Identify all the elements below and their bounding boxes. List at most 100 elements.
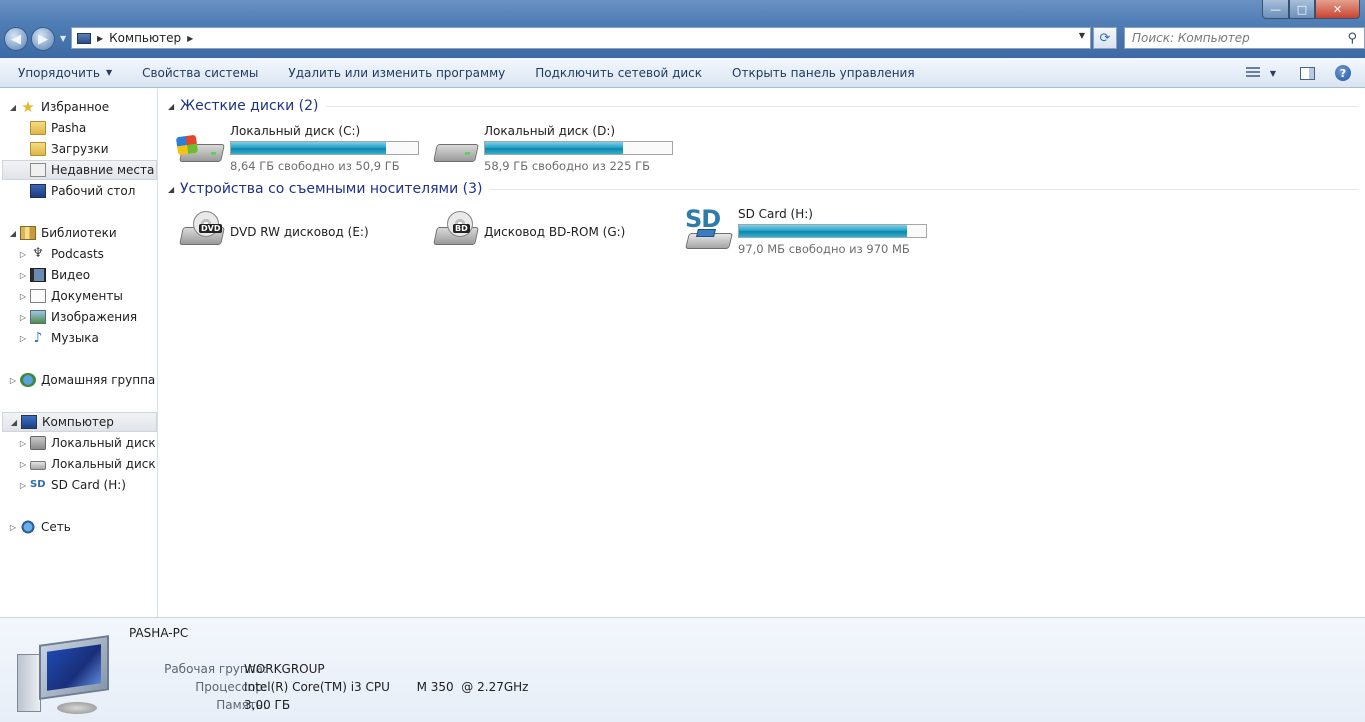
- uninstall-program-button[interactable]: Удалить или изменить программу: [273, 58, 520, 88]
- group-title: Устройства со съемными носителями (3): [180, 181, 483, 197]
- sidebar-item-label: Музыка: [51, 331, 99, 345]
- sidebar-item-libraries[interactable]: ◢ Библиотеки: [8, 223, 117, 243]
- expand-icon[interactable]: ▷: [18, 313, 28, 322]
- free-space-text: 8,64 ГБ свободно из 50,9 ГБ: [230, 159, 400, 173]
- search-icon[interactable]: ⚲: [1347, 31, 1357, 46]
- recent-pages-dropdown[interactable]: ▼: [60, 34, 66, 43]
- sidebar-item-computer[interactable]: ◢ Компьютер: [2, 412, 157, 432]
- sidebar-item-disk-c[interactable]: ▷ Локальный диск (C: [18, 433, 157, 453]
- navigation-pane: ◢ ★ Избранное Pasha Загрузки Недавние ме…: [0, 89, 158, 617]
- view-options-dropdown[interactable]: ▼: [1266, 58, 1280, 88]
- breadcrumb-separator-icon[interactable]: ▶: [187, 34, 193, 43]
- maximize-button[interactable]: □: [1289, 0, 1315, 19]
- address-dropdown-icon[interactable]: ▼: [1079, 31, 1085, 40]
- video-icon: [30, 268, 46, 282]
- search-input[interactable]: [1132, 31, 1332, 45]
- expand-icon[interactable]: ▷: [18, 460, 28, 469]
- sidebar-item-homegroup[interactable]: ▷ Домашняя группа: [8, 370, 155, 390]
- expand-icon[interactable]: ▷: [18, 481, 28, 490]
- expand-icon[interactable]: ▷: [18, 439, 28, 448]
- refresh-icon: ⟳: [1099, 30, 1111, 46]
- libraries-icon: [20, 226, 36, 240]
- collapse-group-icon[interactable]: ◢: [168, 102, 180, 111]
- sidebar-item-network[interactable]: ▷ Сеть: [8, 517, 71, 537]
- drive-name: Дисковод BD-ROM (G:): [484, 225, 626, 239]
- capacity-bar: [230, 141, 419, 155]
- expand-icon[interactable]: ▷: [18, 250, 28, 259]
- collapse-group-icon[interactable]: ◢: [168, 185, 180, 194]
- sidebar-item-disk-d[interactable]: ▷ Локальный диск (D: [18, 454, 157, 474]
- forward-arrow-icon: ▶: [38, 31, 48, 47]
- hard-disk-icon: [431, 130, 479, 166]
- open-control-panel-button[interactable]: Открыть панель управления: [717, 58, 930, 88]
- forward-button[interactable]: ▶: [31, 27, 55, 51]
- computer-name: PASHA-PC: [129, 626, 189, 640]
- expand-icon[interactable]: ▷: [18, 334, 28, 343]
- drive-tile-sd[interactable]: SD SD Card (H:) 97,0 МБ свободно из 970 …: [685, 205, 935, 257]
- sidebar-item-label: Библиотеки: [41, 226, 117, 240]
- collapse-icon[interactable]: ◢: [8, 103, 18, 112]
- minimize-button[interactable]: —: [1262, 0, 1289, 19]
- sd-card-icon: SD: [30, 479, 46, 490]
- collapse-icon[interactable]: ◢: [8, 229, 18, 238]
- drive-name: SD Card (H:): [738, 207, 813, 221]
- sidebar-item-podcasts[interactable]: ▷ ♆ Podcasts: [18, 244, 104, 264]
- refresh-button[interactable]: ⟳: [1093, 27, 1117, 49]
- documents-icon: [30, 289, 46, 303]
- drive-tile-d[interactable]: Локальный диск (D:) 58,9 ГБ свободно из …: [431, 122, 681, 174]
- chevron-down-icon: ▼: [105, 68, 113, 77]
- group-divider: [326, 105, 1358, 107]
- sidebar-item-label: Изображения: [51, 310, 138, 324]
- sidebar-item-video[interactable]: ▷ Видео: [18, 265, 90, 285]
- sidebar-item-music[interactable]: ▷ ♪ Музыка: [18, 328, 99, 348]
- address-bar[interactable]: ▶ Компьютер ▶ ▼: [71, 27, 1091, 49]
- breadcrumb-separator-icon[interactable]: ▶: [97, 34, 103, 43]
- title-bar: — □ ✕ ◀ ▶ ▼ ▶ Компьютер ▶ ▼ ⟳ ⚲: [0, 0, 1365, 58]
- computer-icon: [77, 32, 91, 44]
- network-icon: [20, 520, 36, 534]
- map-network-drive-button[interactable]: Подключить сетевой диск: [520, 58, 717, 88]
- sidebar-item-pasha[interactable]: Pasha: [28, 118, 86, 138]
- drive-name: Локальный диск (D:): [484, 124, 616, 138]
- window-controls: — □ ✕: [1262, 0, 1360, 19]
- recent-places-icon: [30, 163, 46, 177]
- back-button[interactable]: ◀: [4, 27, 28, 51]
- sidebar-item-images[interactable]: ▷ Изображения: [18, 307, 137, 327]
- sidebar-item-label: Сеть: [41, 520, 71, 534]
- group-header-hard-disks[interactable]: ◢ Жесткие диски (2): [168, 96, 1358, 116]
- close-button[interactable]: ✕: [1315, 0, 1360, 19]
- bd-drive-icon: BD: [431, 211, 479, 249]
- expand-icon[interactable]: ▷: [18, 292, 28, 301]
- change-view-button[interactable]: [1242, 58, 1264, 88]
- expand-icon[interactable]: ▷: [8, 523, 18, 532]
- organize-button[interactable]: Упорядочить ▼: [0, 58, 127, 88]
- drive-tile-dvd[interactable]: DVD DVD RW дисковод (E:): [177, 205, 427, 257]
- free-space-text: 58,9 ГБ свободно из 225 ГБ: [484, 159, 650, 173]
- preview-pane-button[interactable]: [1296, 58, 1318, 88]
- sidebar-item-label: Недавние места: [51, 163, 155, 177]
- computer-icon: [17, 635, 112, 720]
- star-icon: ★: [21, 98, 35, 116]
- group-header-removable[interactable]: ◢ Устройства со съемными носителями (3): [168, 179, 1358, 199]
- expand-icon[interactable]: ▷: [18, 271, 28, 280]
- free-space-text: 97,0 МБ свободно из 970 МБ: [738, 242, 910, 256]
- sidebar-item-label: Избранное: [41, 100, 110, 114]
- sidebar-item-recent-places[interactable]: Недавние места: [2, 160, 157, 180]
- sidebar-item-desktop[interactable]: Рабочий стол: [28, 181, 135, 201]
- content-pane: ◢ Жесткие диски (2) Локальный диск (C:) …: [159, 89, 1365, 617]
- windows-hard-disk-icon: [175, 130, 225, 166]
- system-properties-button[interactable]: Свойства системы: [127, 58, 273, 88]
- search-box[interactable]: ⚲: [1124, 27, 1365, 49]
- drive-tile-bd[interactable]: BD Дисковод BD-ROM (G:): [431, 205, 681, 257]
- sidebar-item-sd-card[interactable]: ▷ SD SD Card (H:): [18, 475, 126, 495]
- drive-tile-c[interactable]: Локальный диск (C:) 8,64 ГБ свободно из …: [175, 122, 427, 174]
- sidebar-item-downloads[interactable]: Загрузки: [28, 139, 109, 159]
- sidebar-item-documents[interactable]: ▷ Документы: [18, 286, 123, 306]
- desktop-icon: [30, 184, 46, 198]
- help-button[interactable]: ?: [1332, 58, 1354, 88]
- sidebar-item-favorites[interactable]: ◢ ★ Избранное: [8, 97, 109, 117]
- collapse-icon[interactable]: ◢: [9, 418, 19, 427]
- pictures-icon: [30, 310, 46, 324]
- expand-icon[interactable]: ▷: [8, 376, 18, 385]
- breadcrumb-computer[interactable]: Компьютер: [109, 31, 181, 45]
